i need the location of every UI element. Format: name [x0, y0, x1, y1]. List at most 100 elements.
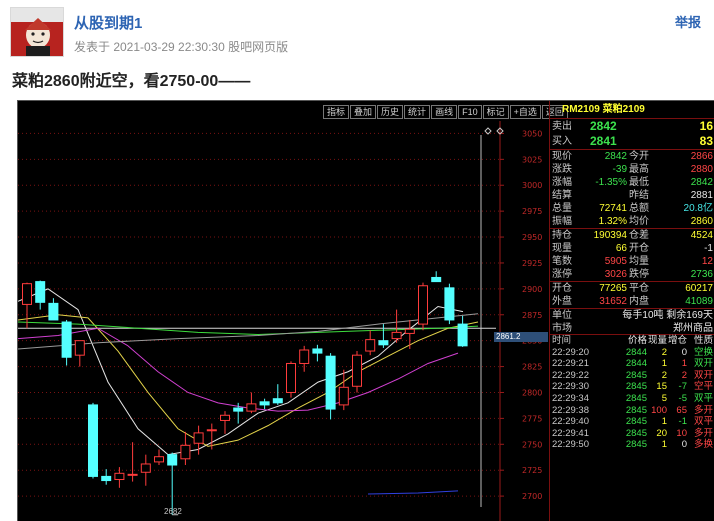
- tick-volume: 15: [656, 381, 667, 393]
- quote-value: 60217: [685, 283, 713, 294]
- author-name[interactable]: 从股到期1: [74, 12, 142, 33]
- candle-down: [35, 281, 46, 303]
- tick-time: 22:29:20: [552, 346, 589, 358]
- quote-row: 振幅 1.32% 均价 2860: [550, 215, 714, 228]
- tick-time: 22:29:38: [552, 404, 589, 416]
- tick-time: 22:29:21: [552, 358, 589, 370]
- toolbar-mark-button[interactable]: 标记: [482, 105, 509, 119]
- toolbar-indicator-button[interactable]: 指标: [323, 105, 350, 119]
- candle-up: [418, 285, 428, 325]
- unit-label: 单位: [552, 310, 572, 321]
- tick-time: 22:29:40: [552, 416, 589, 428]
- tick-price: 2845: [625, 416, 647, 428]
- quote-row: 结算 昨结 2881: [550, 189, 714, 202]
- tick-price: 2845: [625, 427, 647, 439]
- bid-price: 2841: [590, 134, 617, 148]
- candlestick-chart[interactable]: 3050302530002975295029252900287528502825…: [18, 121, 549, 521]
- candle-up: [246, 403, 257, 412]
- tick-oi-change: -7: [678, 381, 687, 393]
- toolbar-draw-button[interactable]: 画线: [431, 105, 458, 119]
- candle-down: [61, 321, 72, 358]
- market-row: 市场 郑州商品: [550, 322, 714, 335]
- bid-row: 买入 2841 83: [550, 134, 714, 150]
- quote-value: 66: [615, 243, 627, 254]
- quote-value: 3026: [604, 269, 627, 280]
- quote-label: 跌停: [629, 269, 649, 280]
- quote-value: 20.8亿: [683, 203, 713, 214]
- tick-volume: 1: [661, 439, 667, 451]
- tick-row: 22:29:21 2844 1 1 双开: [550, 358, 714, 370]
- quote-value: -39: [612, 164, 627, 175]
- tick-time: 22:29:41: [552, 427, 589, 439]
- quote-row: 持仓 190394 仓差 4524: [550, 229, 714, 242]
- quote-label: 开仓: [552, 283, 572, 294]
- quote-value: 72741: [599, 203, 627, 214]
- y-tick-label: 2825: [522, 363, 542, 372]
- tick-volume: 1: [661, 358, 667, 370]
- candle-down: [457, 323, 468, 347]
- candle-up: [140, 463, 151, 473]
- candle-up: [391, 331, 402, 340]
- quote-value: -1: [704, 243, 713, 254]
- bid-label: 买入: [552, 136, 572, 147]
- contract-header: RM2109 菜粕2109: [550, 101, 714, 119]
- bid-volume: 83: [699, 134, 713, 148]
- tick-time: 22:29:22: [552, 369, 589, 381]
- toolbar-overlay-button[interactable]: 叠加: [350, 105, 377, 119]
- ask-price: 2842: [590, 119, 617, 133]
- quote-value: 5905: [604, 256, 627, 267]
- tick-oi-change: -1: [678, 416, 687, 428]
- tick-volume: 5: [661, 392, 667, 404]
- tick-time: 22:29:34: [552, 392, 589, 404]
- tick-nature: 双平: [693, 416, 713, 428]
- candle-down: [48, 302, 59, 321]
- tick-price: 2845: [625, 381, 647, 393]
- toolbar-stats-button[interactable]: 统计: [404, 105, 431, 119]
- tick-price: 2845: [625, 369, 647, 381]
- candle-up: [220, 414, 230, 421]
- chart-svg: 3050302530002975295029252900287528502825…: [18, 121, 542, 521]
- candle-up: [299, 349, 310, 364]
- y-tick-label: 2750: [522, 440, 542, 449]
- toolbar-add-watchlist-button[interactable]: +自选: [509, 105, 541, 119]
- chart-toolbar: 指标 叠加 历史 统计 画线 F10 标记 +自选 返回: [323, 105, 569, 119]
- y-tick-label: 2700: [522, 492, 542, 501]
- quote-label: 仓差: [629, 230, 649, 241]
- quote-value: 2866: [690, 151, 713, 162]
- quote-row: 外盘 31652 内盘 41089: [550, 295, 714, 308]
- candle-up: [193, 432, 204, 444]
- candle-up: [180, 444, 191, 460]
- bottom-ma-line: [367, 490, 459, 495]
- toolbar-history-button[interactable]: 历史: [377, 105, 404, 119]
- report-link[interactable]: 举报: [675, 12, 701, 31]
- tick-list[interactable]: 22:29:20 2844 2 0 空换 22:29:21 2844 1 1 双开 22:29:22…: [550, 347, 714, 451]
- avatar[interactable]: [10, 7, 64, 57]
- candle-up: [365, 339, 376, 352]
- candle-up: [206, 429, 217, 432]
- y-tick-label: 3050: [522, 129, 542, 138]
- ticks-header-volume: 现量: [647, 335, 667, 346]
- tick-nature: 空平: [693, 381, 713, 393]
- toolbar-f10-button[interactable]: F10: [458, 105, 482, 119]
- quote-row: 涨停 3026 跌停 2736: [550, 268, 714, 281]
- y-tick-label: 2950: [522, 233, 542, 242]
- trading-terminal-screenshot: 指标 叠加 历史 统计 画线 F10 标记 +自选 返回 3050 3025 300…: [17, 100, 714, 521]
- y-tick-label: 2975: [522, 207, 542, 216]
- post-meta: 发表于 2021-03-29 22:30:30 股吧网页版: [74, 40, 289, 54]
- tick-price: 2845: [625, 404, 647, 416]
- candle-up: [286, 362, 296, 393]
- unit-row: 单位 每手10吨 剩余169天: [550, 309, 714, 322]
- y-tick-label: 2875: [522, 311, 542, 320]
- quote-value: 2736: [690, 269, 713, 280]
- tick-oi-change: 0: [681, 439, 687, 451]
- tick-price: 2844: [625, 358, 647, 370]
- candle-up: [127, 473, 138, 476]
- y-tick-label: 3025: [522, 155, 542, 164]
- candle-down: [444, 287, 455, 321]
- candle-up: [404, 328, 415, 334]
- candle-down: [431, 276, 442, 283]
- quote-row: 开仓 77265 平仓 60217: [550, 282, 714, 295]
- tick-price: 2845: [625, 439, 647, 451]
- ask-row: 卖出 2842 16: [550, 119, 714, 134]
- quote-label: 最低: [629, 177, 649, 188]
